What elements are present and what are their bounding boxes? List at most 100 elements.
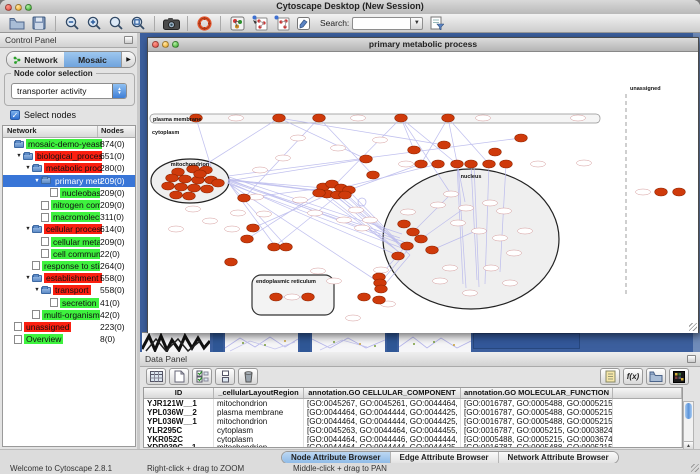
tree-row[interactable]: mosaic-demo-yeast874(0) — [3, 138, 135, 150]
background-window-edge[interactable] — [213, 332, 223, 352]
network-window-titlebar[interactable]: primary metabolic process — [148, 38, 698, 52]
tree-row-label: cell communication — [51, 249, 100, 259]
table-row[interactable]: YKR052Ccytoplasm[GO:0044464, GO:0044446,… — [144, 435, 682, 444]
table-row[interactable]: YLR295Ccytoplasm[GO:0045263, GO:0044464,… — [144, 426, 682, 435]
zoom-in-button[interactable] — [85, 15, 103, 32]
browser-tab[interactable]: Node Attribute Browser — [282, 452, 391, 463]
scrollbar-thumb[interactable] — [685, 403, 692, 419]
save-session-button[interactable] — [30, 15, 48, 32]
folder-icon — [32, 226, 42, 233]
tree-col-network[interactable]: Network — [3, 126, 98, 137]
select-nodes-checkbox[interactable]: ✓ — [10, 110, 20, 120]
tree-col-nodes[interactable]: Nodes — [98, 126, 135, 137]
tree-expander-icon[interactable]: ▼ — [33, 178, 41, 184]
tree-row[interactable]: secretion41(0) — [3, 296, 135, 308]
background-window-fragment[interactable] — [225, 332, 298, 352]
new-attribute-button[interactable] — [169, 368, 189, 385]
search-filter-button[interactable] — [428, 15, 446, 32]
node-color-select[interactable]: transporter activity ▲▼ — [11, 83, 127, 99]
table-column-header[interactable]: _cellularLayoutRegion — [214, 388, 304, 398]
tree-row[interactable]: ▼cellular process614(0) — [3, 223, 135, 235]
tree-expander-icon[interactable]: ▼ — [15, 153, 23, 159]
float-panel-icon[interactable] — [124, 36, 133, 44]
table-cell: mitochondrion — [214, 443, 304, 448]
network-canvas[interactable]: plasma membranecytoplasmmitochondrionnuc… — [148, 52, 698, 333]
tree-row[interactable]: multi-organism proces42(0) — [3, 309, 135, 321]
tree-expander-icon[interactable]: ▼ — [33, 287, 41, 293]
annotation-button[interactable] — [294, 15, 312, 32]
background-window-fragment[interactable] — [142, 332, 210, 352]
open-session-button[interactable] — [8, 15, 26, 32]
network-graph[interactable]: plasma membranecytoplasmmitochondrionnuc… — [148, 52, 698, 333]
table-column-header[interactable]: annotation.GO MOLECULAR_FUNCTION — [461, 388, 613, 398]
search-dropdown-button[interactable]: ▼ — [410, 17, 423, 30]
formula-button[interactable]: f(x) — [623, 368, 643, 385]
background-window-edge[interactable] — [300, 332, 310, 352]
tree-row-label: response to stimulus — [42, 261, 100, 271]
tab-network[interactable]: Network — [7, 52, 64, 67]
vizmapper-button[interactable] — [228, 15, 246, 32]
attribute-table-button[interactable] — [146, 368, 166, 385]
background-window-fragment[interactable] — [312, 332, 385, 352]
compartment-label: cytoplasm — [152, 130, 179, 136]
unselect-attributes-button[interactable] — [215, 368, 235, 385]
table-column-header[interactable]: annotation.GO CELLULAR_COMPONENT — [304, 388, 461, 398]
tree-row[interactable]: cellular metabolic pro209(0) — [3, 236, 135, 248]
tree-row[interactable]: cell communication22(0) — [3, 248, 135, 260]
tab-mosaic[interactable]: Mosaic — [64, 52, 121, 67]
tree-row[interactable]: Overview8(0) — [3, 333, 135, 345]
browser-tab[interactable]: Edge Attribute Browser — [391, 452, 499, 463]
delete-attribute-button[interactable] — [238, 368, 258, 385]
app-resize-grip[interactable] — [691, 464, 699, 472]
tree-row[interactable]: ▼biological_process651(0) — [3, 150, 135, 162]
background-window-titlebar[interactable] — [473, 333, 580, 349]
tree-row[interactable]: unassigned223(0) — [3, 321, 135, 333]
table-row[interactable]: YJR121W__1mitochondrion[GO:0045267, GO:0… — [144, 399, 682, 408]
tree-row[interactable]: ▼primary metabolic proc209(0) — [3, 175, 135, 187]
snapshot-camera-button[interactable] — [162, 15, 180, 32]
table-cell: [GO:0045267, GO:0045261, GO:0044464, G..… — [304, 399, 461, 408]
tab-overflow-arrow[interactable]: ▶ — [121, 52, 135, 67]
window-resize-grip[interactable] — [689, 323, 697, 331]
notes-button[interactable] — [600, 368, 620, 385]
import-attributes-button[interactable] — [646, 368, 666, 385]
apply-layout-button[interactable] — [250, 15, 268, 32]
tree-row-count: 41(0) — [100, 298, 120, 308]
layout-settings-button[interactable] — [272, 15, 290, 32]
table-row[interactable]: YDR039C__1mitochondrion[GO:0044464, GO:0… — [144, 443, 682, 448]
app-titlebar[interactable]: Cytoscape Desktop (New Session) — [0, 0, 700, 15]
tree-expander-icon[interactable]: ▼ — [24, 226, 32, 232]
zoom-fit-button[interactable] — [107, 15, 125, 32]
tree-row[interactable]: response to stimulus264(0) — [3, 260, 135, 272]
search-input[interactable] — [352, 17, 410, 30]
table-column-header[interactable]: ID — [144, 388, 214, 398]
zoom-selected-button[interactable] — [129, 15, 147, 32]
tree-expander-icon[interactable]: ▼ — [24, 275, 32, 281]
help-ring-button[interactable] — [195, 15, 213, 32]
tree-row[interactable]: nitrogen compound m209(0) — [3, 199, 135, 211]
tree-row[interactable]: ▼metabolic process280(0) — [3, 162, 135, 174]
tree-expander-icon[interactable]: ▼ — [24, 165, 32, 171]
tree-row[interactable]: ▼establishment of local558(0) — [3, 272, 135, 284]
tree-row-label: transport — [53, 285, 91, 295]
network-view-window[interactable]: primary metabolic process plasma membran… — [147, 37, 699, 333]
main-toolbar: Search: ▼ — [0, 14, 700, 33]
browser-tab[interactable]: Network Attribute Browser — [499, 452, 618, 463]
folder-icon — [23, 153, 33, 160]
table-cell: YPL036W__1 — [144, 417, 214, 426]
tree-row[interactable]: ▼transport558(0) — [3, 284, 135, 296]
tree-row[interactable]: macromolecule311(0) — [3, 211, 135, 223]
compartment-label: mitochondrion — [171, 162, 210, 168]
zoom-out-button[interactable] — [63, 15, 81, 32]
table-row[interactable]: YPL036W__1mitochondrion[GO:0044464, GO:0… — [144, 417, 682, 426]
tree-row[interactable]: nucleobase-containing209(0) — [3, 187, 135, 199]
select-attributes-button[interactable] — [192, 368, 212, 385]
attribute-matrix-button[interactable] — [669, 368, 689, 385]
background-window-edge[interactable] — [387, 332, 397, 352]
search-box: ▼ — [352, 17, 423, 30]
table-row[interactable]: YPL036W__2plasma membrane[GO:0044464, GO… — [144, 408, 682, 417]
background-window-fragment[interactable] — [399, 332, 471, 352]
table-cell — [613, 399, 682, 408]
table-column-header[interactable] — [613, 388, 682, 398]
float-panel-icon[interactable] — [687, 355, 696, 363]
